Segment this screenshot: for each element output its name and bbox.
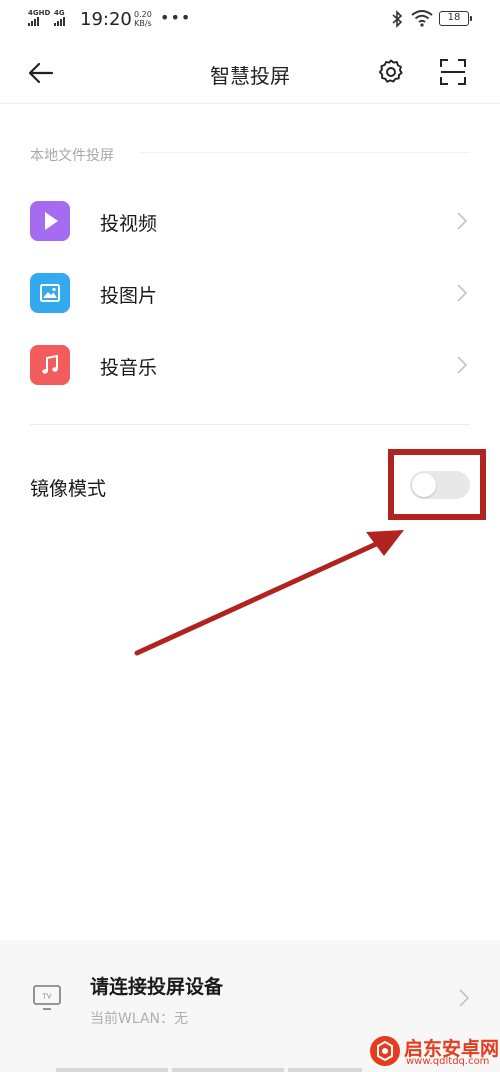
network-speed: 0.20 KB/s [134,10,152,28]
video-play-icon [30,201,70,241]
signal-label: 4GHD [28,9,51,17]
device-title: 请连接投屏设备 [90,976,224,998]
tv-label: TV [41,993,51,1001]
nav-indicator [56,1068,168,1072]
scan-icon[interactable] [439,58,467,86]
cast-music-label: 投音乐 [100,357,158,379]
watermark-logo-icon [370,1036,400,1066]
chevron-right-icon [457,212,468,230]
wlan-status: 当前WLAN：无 [90,1011,189,1027]
cast-image-label: 投图片 [100,285,158,307]
clock: 19:20 [80,9,132,30]
chevron-right-icon [457,284,468,302]
image-icon [30,273,70,313]
watermark-url: www.qdltdq.com [406,1056,490,1067]
cast-video-label: 投视频 [100,213,158,235]
cast-image-item[interactable]: 投图片 [0,257,500,329]
chevron-right-icon [457,356,468,374]
nav-indicator [288,1068,362,1072]
cast-video-item[interactable]: 投视频 [0,185,500,257]
battery-icon: 18 [439,11,472,26]
section-divider [140,152,470,153]
signal-4g-icon: 4G [54,9,65,26]
mirror-mode-label: 镜像模式 [30,478,107,500]
page-title: 智慧投屏 [210,64,290,88]
section-label: 本地文件投屏 [30,148,114,164]
nav-indicator [172,1068,284,1072]
watermark: 启东安卓网 www.qdltdq.com [370,1030,500,1072]
app-header: 智慧投屏 [0,40,500,104]
signal-label: 4G [54,9,65,17]
music-note-icon [30,345,70,385]
gear-icon[interactable] [377,58,405,86]
annotation-arrow [134,530,404,656]
status-bar: 4GHD 4G 19:20 0.20 KB/s ••• 18 [0,0,500,40]
bluetooth-icon [392,10,403,28]
cast-music-item[interactable]: 投音乐 [0,329,500,401]
signal-4ghd-icon: 4GHD [28,9,50,26]
wifi-icon [411,10,433,27]
chevron-right-icon[interactable] [458,988,470,1008]
highlight-box [388,449,486,520]
more-notifications-icon: ••• [160,8,192,27]
tv-icon: TV [33,985,61,1010]
speed-unit: KB/s [134,19,152,28]
divider [30,424,470,425]
speed-value: 0.20 [134,10,152,19]
